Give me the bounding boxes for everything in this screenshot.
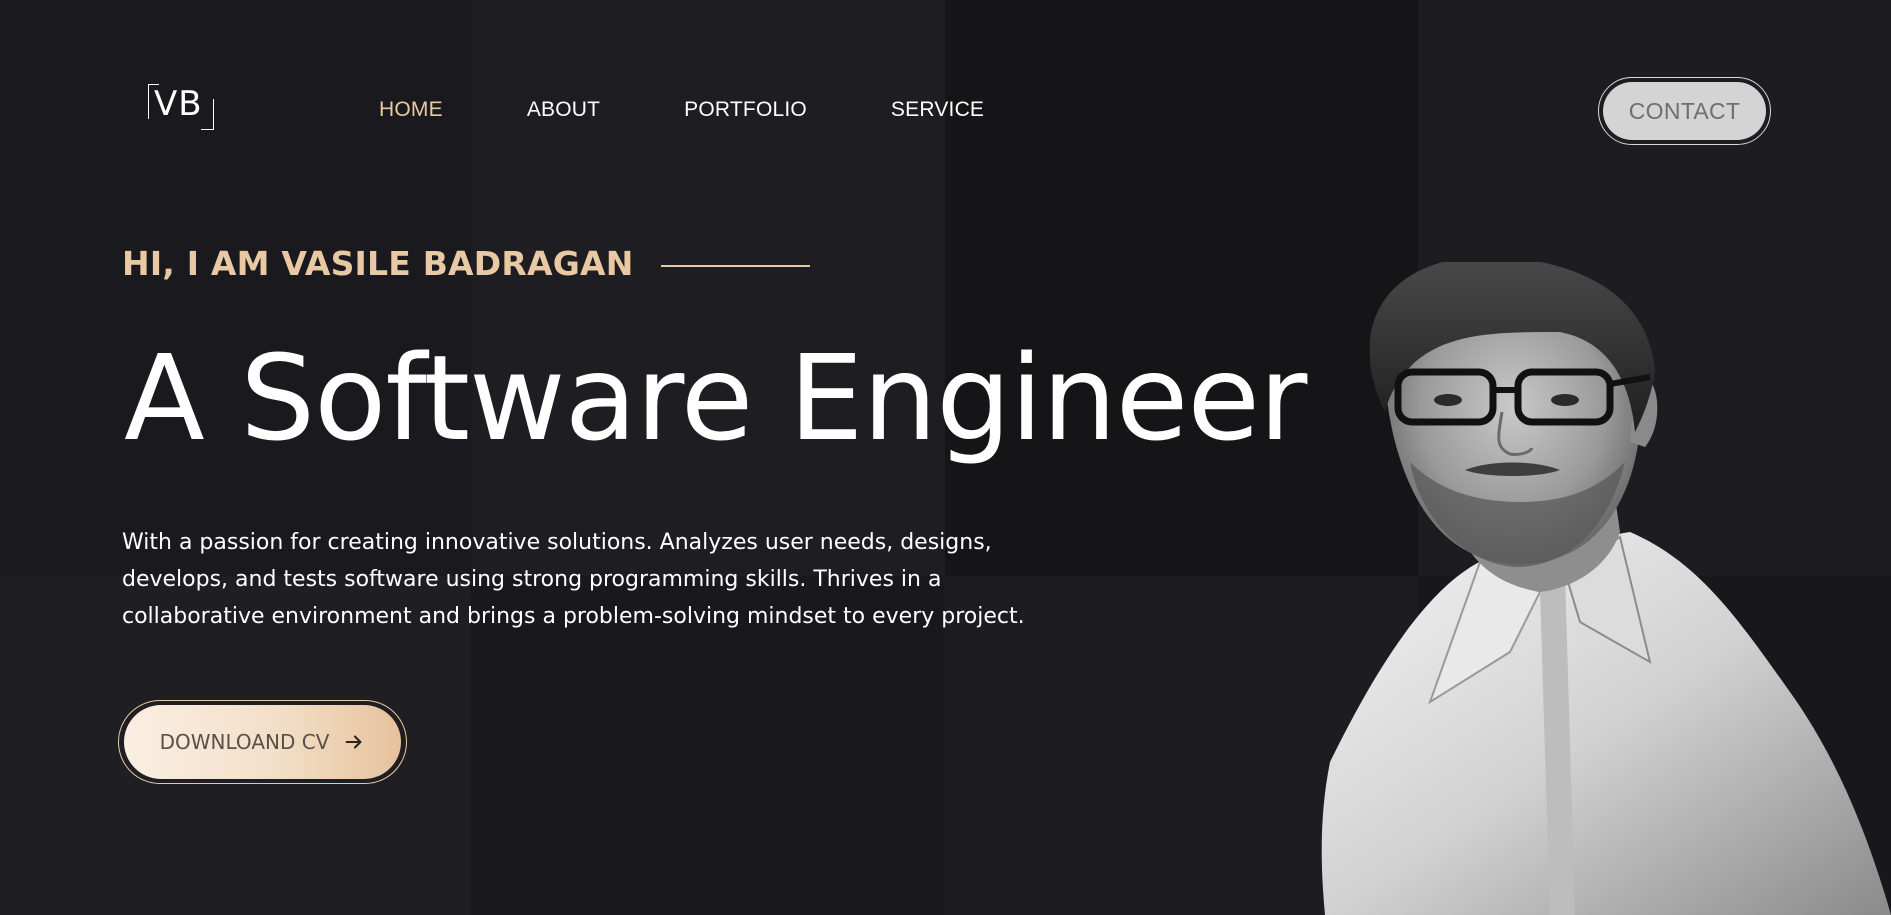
site-logo[interactable]: VB	[146, 82, 214, 130]
nav-item-portfolio[interactable]: PORTFOLIO	[684, 98, 807, 122]
nav-item-about[interactable]: ABOUT	[527, 98, 600, 122]
hero-description: With a passion for creating innovative s…	[122, 530, 1025, 629]
background-tile	[471, 0, 945, 576]
background-tile	[0, 0, 471, 576]
intro-divider	[661, 265, 810, 267]
hero-intro: HI, I AM VASILE BADRAGAN	[122, 244, 634, 283]
nav-item-home[interactable]: HOME	[379, 98, 443, 122]
logo-bracket	[201, 99, 214, 130]
download-cv-button[interactable]: DOWNLOAND CV	[124, 705, 401, 779]
download-cv-button-outline: DOWNLOAND CV	[118, 700, 407, 784]
contact-button-outline: CONTACT	[1598, 77, 1771, 145]
contact-button[interactable]: CONTACT	[1603, 82, 1766, 140]
hero-headline: A Software Engineer	[124, 329, 1307, 467]
logo-text: VB	[154, 84, 203, 124]
nav-item-service[interactable]: SERVICE	[891, 98, 984, 122]
arrow-right-icon	[346, 735, 362, 749]
main-nav: HOME ABOUT PORTFOLIO SERVICE	[379, 98, 1068, 122]
page: VB HOME ABOUT PORTFOLIO SERVICE CONTACT …	[0, 0, 1891, 915]
download-cv-label: DOWNLOAND CV	[159, 730, 330, 754]
